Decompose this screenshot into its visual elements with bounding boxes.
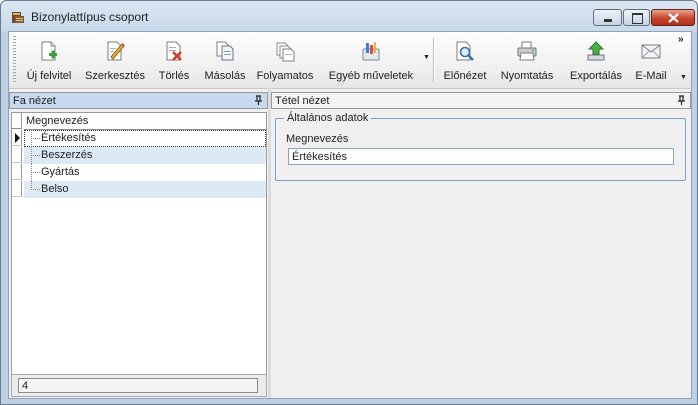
email-button-label: E-Mail [635,70,667,82]
envelope-icon [641,44,661,59]
minimize-button[interactable] [593,9,622,26]
close-icon [668,13,679,23]
new-document-icon [41,41,57,61]
tree-view[interactable]: Megnevezés Értékesítés Beszerzés Gyártás… [11,112,267,375]
continuous-icon [276,42,295,62]
copy-icon [216,41,234,61]
process-button-label: Folyamatos [256,70,314,82]
toolbar-overflow-icon[interactable]: » [678,34,684,45]
minimize-icon [604,19,612,22]
edit-icon [107,41,125,61]
name-field-value: Értékesítés [292,151,348,163]
tree-item[interactable]: Gyártás [24,164,266,181]
delete-button[interactable]: Törlés [151,36,197,84]
detail-panel-title: Tétel nézet [275,95,330,107]
tree-column-header-label: Megnevezés [26,115,89,127]
window-title: Bizonylattípus csoport [31,10,149,24]
toolbar-options-dropdown-icon[interactable]: ▼ [680,74,687,81]
process-button[interactable]: Folyamatos [254,36,316,84]
email-button[interactable]: E-Mail [632,36,670,84]
row-indicator[interactable] [12,164,22,180]
application-window: Bizonylattípus csoport Új felvitel Szerk… [0,0,698,405]
general-data-group: Általános adatok Megnevezés Értékesítés [275,112,686,181]
name-field[interactable]: Értékesítés [288,148,674,165]
new-button-label: Új felvitel [26,70,72,82]
group-title: Általános adatok [284,112,372,124]
window-client-area: Új felvitel Szerkesztés Törlés Másolás F… [8,31,692,399]
row-indicator[interactable] [12,147,22,163]
delete-icon [166,41,182,61]
detail-panel-header[interactable]: Tétel nézet [271,92,691,109]
tree-item-label: Értékesítés [41,132,97,144]
record-count-field: 4 [18,378,258,393]
toolbar-separator [433,38,435,82]
row-indicator[interactable] [12,130,22,146]
row-indicator[interactable] [12,181,22,197]
tree-panel: Fa nézet Megnevezés Értékesítés Beszerzé… [9,92,268,398]
preview-button[interactable]: Előnézet [439,36,491,84]
print-button-label: Nyomtatás [500,70,554,82]
printer-icon [517,41,537,61]
export-icon [587,41,605,61]
tree-panel-header[interactable]: Fa nézet [9,92,268,109]
title-bar[interactable]: Bizonylattípus csoport [1,1,697,31]
record-count: 4 [22,380,29,392]
delete-button-label: Törlés [158,70,190,82]
edit-button-label: Szerkesztés [85,70,145,82]
close-button[interactable] [651,9,695,26]
tree-panel-title: Fa nézet [13,95,56,107]
tree-item-label: Beszerzés [41,149,93,161]
new-button[interactable]: Új felvitel [19,36,79,84]
edit-button[interactable]: Szerkesztés [83,36,147,84]
preview-icon [456,41,474,61]
export-button[interactable]: Exportálás [563,36,629,84]
maximize-icon [632,13,643,24]
name-field-label: Megnevezés [286,133,349,145]
print-button[interactable]: Nyomtatás [497,36,557,84]
other-actions-button[interactable]: Egyéb műveletek [325,36,417,84]
export-button-label: Exportálás [570,70,622,82]
preview-button-label: Előnézet [443,70,487,82]
detail-panel: Tétel nézet Általános adatok Megnevezés … [271,92,691,398]
tree-item[interactable]: Beszerzés [24,147,266,164]
current-row-arrow-icon [15,133,20,143]
copy-button-label: Másolás [204,70,246,82]
pin-icon[interactable] [254,95,263,106]
toolbar-grip[interactable] [13,36,16,84]
tree-item-label: Gyártás [41,166,80,178]
app-icon [12,12,24,23]
tree-item[interactable]: Belso [24,181,266,198]
tree-footer: 4 [11,374,267,397]
copy-button[interactable]: Másolás [200,36,250,84]
tools-icon [362,42,380,61]
pin-icon[interactable] [677,95,686,106]
maximize-button[interactable] [623,9,650,26]
toolbar: Új felvitel Szerkesztés Törlés Másolás F… [9,32,691,89]
tree-column-header[interactable]: Megnevezés [24,113,266,130]
other-actions-label: Egyéb műveletek [328,70,414,82]
row-header-corner [12,113,22,129]
other-actions-dropdown-icon[interactable]: ▼ [423,54,430,61]
tree-item[interactable]: Értékesítés [24,130,266,147]
tree-item-label: Belso [41,183,69,195]
